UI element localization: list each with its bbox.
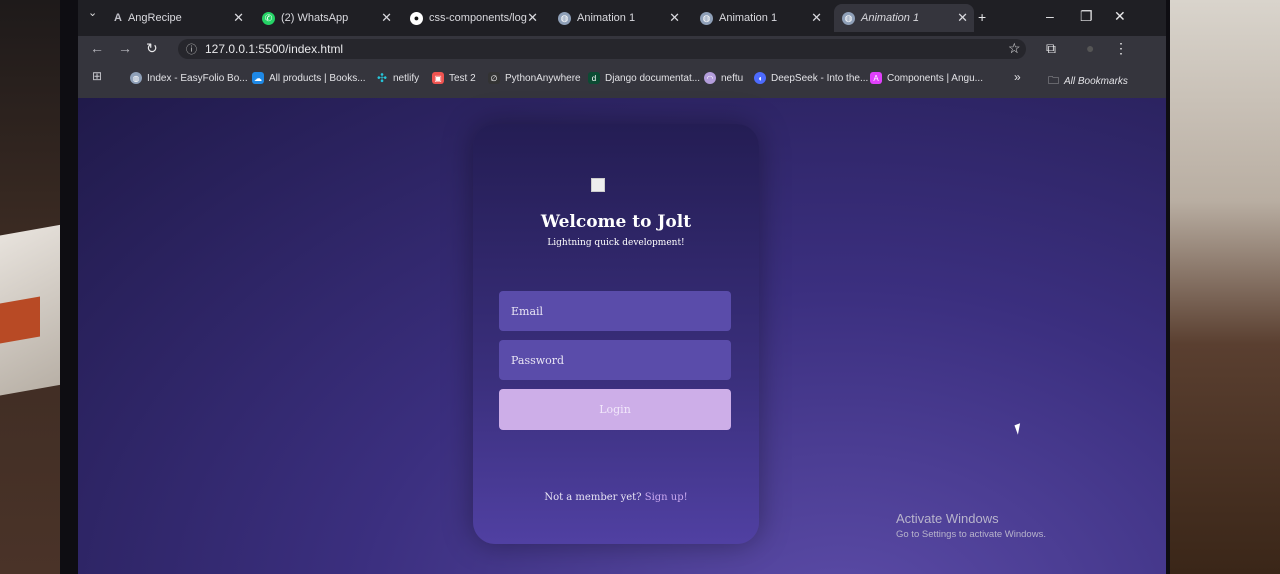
close-icon[interactable]: ✕ — [527, 10, 538, 26]
bookmark-label: All products | Books... — [269, 72, 366, 84]
tab-bar: ⌄ A AngRecipe ✕ ✆ (2) WhatsApp ✕ ● css-c… — [78, 0, 1166, 36]
password-placeholder: Password — [511, 353, 565, 367]
email-field[interactable]: Email — [499, 291, 731, 331]
bookmark-star-icon[interactable]: ☆ — [1008, 40, 1021, 57]
site-info-icon[interactable]: ⓘ — [186, 41, 197, 57]
bookmarks-bar: ⊞ ◍ Index - EasyFolio Bo... ☁ All produc… — [78, 62, 1166, 99]
deepseek-icon: ◖ — [754, 72, 766, 84]
bookmark-label: Components | Angu... — [887, 72, 983, 84]
netlify-icon: ✣ — [376, 71, 388, 85]
tab-title: Animation 1 — [719, 12, 778, 24]
bookmark-pythonanywhere[interactable]: ∅ PythonAnywhere — [488, 72, 581, 84]
signup-prompt-text: Not a member yet? — [544, 492, 642, 503]
bookmark-all-products[interactable]: ☁ All products | Books... — [252, 72, 366, 84]
tab-angrecipe[interactable]: A AngRecipe ✕ — [114, 4, 244, 32]
tab-title: css-components/log — [429, 12, 527, 24]
all-bookmarks-label: All Bookmarks — [1064, 76, 1128, 87]
bookmark-label: Django documentat... — [605, 72, 701, 84]
test-icon: ▣ — [432, 72, 444, 84]
profile-icon[interactable]: ● — [1086, 40, 1094, 56]
close-icon[interactable]: ✕ — [381, 10, 392, 26]
signup-prompt: Not a member yet? Sign up! — [473, 492, 759, 503]
cloud-icon: ☁ — [252, 72, 264, 84]
tab-animation-1-active[interactable]: ◍ Animation 1 ✕ — [834, 4, 974, 32]
close-icon[interactable]: ✕ — [811, 10, 822, 26]
bookmark-label: Test 2 — [449, 72, 476, 84]
close-icon[interactable]: ✕ — [233, 10, 244, 26]
login-button[interactable]: Login — [499, 389, 731, 430]
screen: ⌄ A AngRecipe ✕ ✆ (2) WhatsApp ✕ ● css-c… — [78, 0, 1166, 574]
close-icon[interactable]: ✕ — [669, 10, 680, 26]
close-window-icon[interactable]: ✕ — [1114, 8, 1126, 25]
bookmark-test-2[interactable]: ▣ Test 2 — [432, 72, 476, 84]
more-bookmarks-icon[interactable]: » — [1014, 70, 1021, 84]
angular-icon: A — [870, 72, 882, 84]
globe-icon: ◍ — [842, 11, 855, 25]
globe-icon: ◍ — [558, 11, 571, 25]
url-text: 127.0.0.1:5500/index.html — [205, 42, 344, 56]
tab-title: Animation 1 — [861, 12, 920, 24]
bookmark-django[interactable]: d Django documentat... — [588, 72, 700, 84]
menu-icon[interactable]: ⋮ — [1114, 40, 1128, 57]
red-book — [0, 296, 40, 344]
close-icon[interactable]: ✕ — [957, 10, 968, 26]
bookmark-label: PythonAnywhere — [505, 72, 581, 84]
page-title: Welcome to Jolt — [540, 212, 692, 232]
bookmark-label: Index - EasyFolio Bo... — [147, 72, 248, 84]
bookmark-label: neftu — [721, 72, 744, 84]
back-icon[interactable]: ← — [90, 40, 104, 56]
python-icon: ∅ — [488, 72, 500, 84]
bookmark-easyfolio[interactable]: ◍ Index - EasyFolio Bo... — [130, 72, 248, 84]
tab-title: AngRecipe — [127, 12, 182, 24]
bookmark-label: netlify — [393, 72, 420, 84]
restore-icon[interactable]: ❐ — [1080, 8, 1093, 25]
new-tab-icon[interactable]: + — [978, 9, 986, 25]
password-field[interactable]: Password — [499, 340, 731, 380]
ghost-icon: ◠ — [704, 72, 716, 84]
bookmark-components-angular[interactable]: A Components | Angu... — [870, 72, 983, 84]
reload-icon[interactable]: ↻ — [146, 40, 158, 57]
tab-title: Animation 1 — [577, 12, 636, 24]
activate-title: Activate Windows — [896, 511, 999, 526]
page-subtitle: Lightning quick development! — [547, 238, 685, 248]
apps-grid-icon[interactable]: ⊞ — [92, 69, 102, 83]
bookmark-netlify[interactable]: ✣ netlify — [376, 71, 420, 85]
page-viewport: Welcome to Jolt Lightning quick developm… — [78, 98, 1166, 574]
tab-search-icon[interactable]: ⌄ — [88, 6, 97, 19]
globe-icon: ◍ — [130, 72, 142, 84]
tab-title: (2) WhatsApp — [281, 12, 349, 24]
minimize-icon[interactable]: – — [1046, 8, 1054, 24]
tab-css-components[interactable]: ● css-components/log ✕ — [410, 4, 538, 32]
whatsapp-icon: ✆ — [262, 11, 275, 25]
globe-icon: ◍ — [700, 11, 713, 25]
folder-icon: 🗀 — [1048, 75, 1059, 87]
mouse-cursor-icon — [1014, 423, 1024, 435]
extensions-icon[interactable]: ⧉ — [1046, 40, 1056, 57]
angular-icon: A — [114, 12, 122, 24]
github-icon: ● — [410, 11, 423, 25]
all-bookmarks[interactable]: 🗀 All Bookmarks — [1048, 72, 1128, 91]
activate-subtitle: Go to Settings to activate Windows. — [896, 529, 1046, 540]
bookmark-deepseek[interactable]: ◖ DeepSeek - Into the... — [754, 72, 868, 84]
broken-logo-image — [591, 178, 605, 192]
address-bar-row: ← → ↻ ⓘ 127.0.0.1:5500/index.html ☆ ⧉ ● … — [78, 36, 1166, 62]
forward-icon[interactable]: → — [118, 40, 132, 56]
tab-animation-1[interactable]: ◍ Animation 1 ✕ — [558, 4, 680, 32]
signup-link[interactable]: Sign up! — [645, 492, 688, 503]
email-placeholder: Email — [511, 304, 544, 318]
tab-whatsapp[interactable]: ✆ (2) WhatsApp ✕ — [262, 4, 392, 32]
bookmark-neftu[interactable]: ◠ neftu — [704, 72, 743, 84]
activate-windows-watermark: Activate Windows Go to Settings to activ… — [896, 511, 1046, 540]
tab-animation-1b[interactable]: ◍ Animation 1 ✕ — [700, 4, 822, 32]
login-label: Login — [599, 403, 631, 416]
django-icon: d — [588, 72, 600, 84]
login-card: Welcome to Jolt Lightning quick developm… — [473, 124, 759, 544]
bookmark-label: DeepSeek - Into the... — [771, 72, 869, 84]
url-field[interactable]: ⓘ 127.0.0.1:5500/index.html — [178, 39, 1026, 59]
